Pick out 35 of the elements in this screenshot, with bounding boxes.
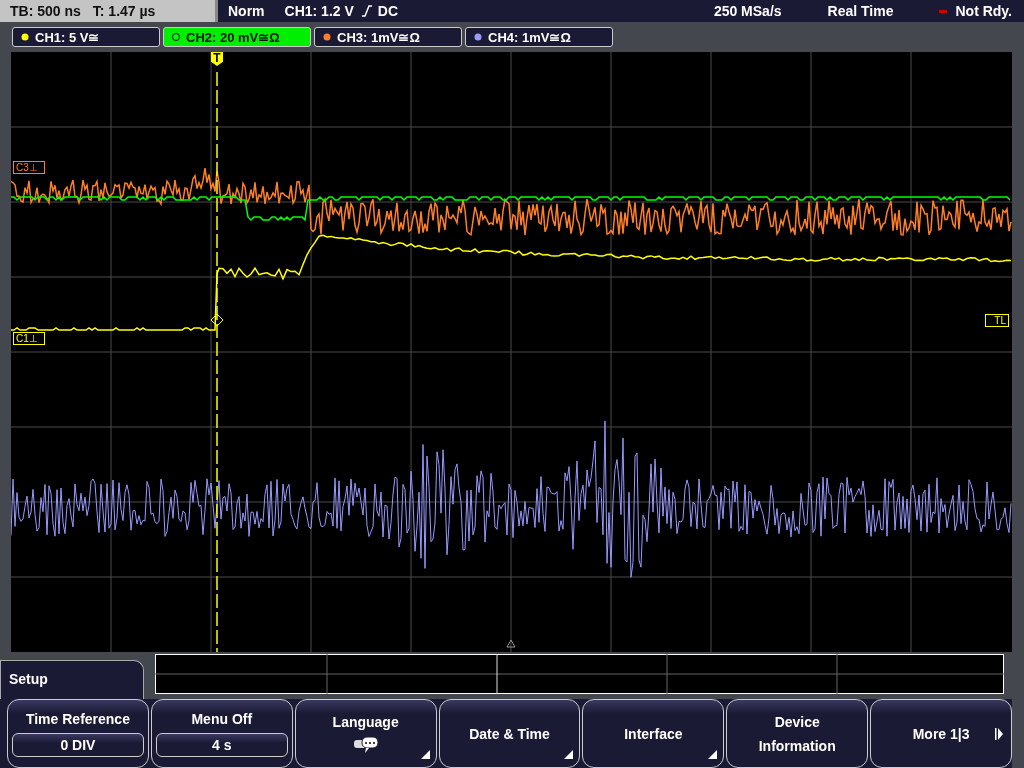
- trigger-source: CH1: 1.2 V: [284, 3, 354, 19]
- trigger-marker[interactable]: T: [211, 52, 223, 66]
- trigger-mode: Norm: [228, 3, 265, 19]
- softkey-button[interactable]: Interface: [582, 699, 725, 768]
- softkey-button[interactable]: Menu Off 4 s: [150, 699, 293, 768]
- submenu-corner-icon: [564, 750, 574, 759]
- trigger-time: T: 1.47 µs: [92, 3, 156, 19]
- channel-marker[interactable]: C3⊥: [13, 161, 45, 174]
- softkey-button[interactable]: Language: [294, 699, 437, 768]
- speech-bubbles-icon: [352, 735, 379, 754]
- channel-marker[interactable]: C1⊥: [13, 332, 45, 345]
- timebase: TB: 500 ns: [10, 3, 81, 19]
- value-field[interactable]: 0 DIV: [11, 732, 144, 757]
- softkey-button[interactable]: Date & Time: [438, 699, 581, 768]
- sample-rate: 250 MSa/s: [713, 3, 782, 19]
- channel-tab[interactable]: CH2: 20 mV≅Ω: [163, 27, 311, 47]
- channel-tab[interactable]: CH3: 1mV≅Ω: [314, 27, 462, 47]
- softkey-button[interactable]: Time Reference 0 DIV: [7, 699, 149, 768]
- trigger-point-icon: [210, 313, 224, 327]
- acquisition-mode: Real Time: [827, 3, 894, 19]
- submenu-corner-icon: [420, 750, 430, 759]
- rising-edge-icon: [361, 5, 372, 17]
- status-indicator-icon: [939, 9, 948, 13]
- next-page-icon: [995, 728, 1003, 740]
- channel-tab[interactable]: CH1: 5 V≅: [12, 27, 160, 47]
- menu-title: Setup: [0, 660, 144, 699]
- trigger-coupling: DC: [377, 3, 399, 19]
- channel-tab[interactable]: CH4: 1mV≅Ω: [465, 27, 613, 47]
- value-field[interactable]: 4 s: [155, 732, 288, 757]
- submenu-corner-icon: [708, 750, 718, 759]
- acquisition-state: Not Rdy.: [955, 3, 1012, 19]
- trigger-level-marker[interactable]: TL: [985, 314, 1009, 327]
- position-marker-icon: [506, 639, 516, 648]
- softkey-button[interactable]: More 1|3: [870, 699, 1012, 768]
- softkey-button[interactable]: Device Information: [726, 699, 869, 768]
